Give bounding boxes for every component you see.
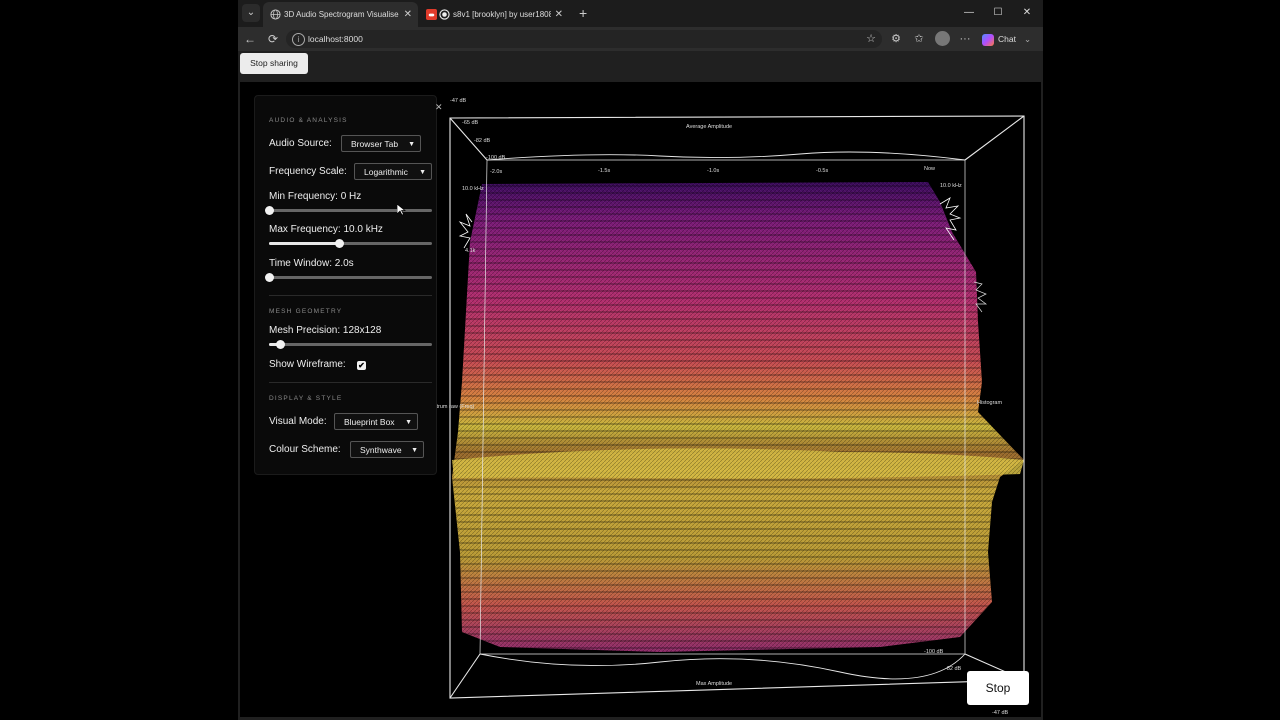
tab-label: s8v1 [brooklyn] by user18081 bbox=[453, 10, 551, 19]
audio-source-value: Browser Tab bbox=[351, 139, 399, 149]
slider-thumb[interactable] bbox=[335, 239, 345, 248]
mesh-precision-slider[interactable] bbox=[269, 340, 432, 349]
url-text: localhost:8000 bbox=[308, 34, 363, 44]
time-tick-label: Now bbox=[924, 166, 935, 172]
time-tick-label: -2.0s bbox=[490, 169, 502, 175]
slider-thumb[interactable] bbox=[265, 273, 274, 282]
db-100-label: -100 dB bbox=[486, 155, 506, 161]
divider bbox=[269, 295, 432, 296]
max-frequency-label: Max Frequency: 10.0 kHz bbox=[269, 224, 383, 235]
info-icon[interactable]: i bbox=[292, 33, 305, 46]
tab-spectrogram[interactable]: 3D Audio Spectrogram Visualiser ✕ bbox=[263, 2, 418, 27]
visual-mode-select[interactable]: Blueprint Box ▼ bbox=[334, 413, 418, 430]
soundcloud-icon bbox=[426, 9, 437, 20]
avatar[interactable] bbox=[935, 31, 950, 46]
back-icon[interactable]: ← bbox=[241, 30, 259, 48]
stop-sharing-button[interactable]: Stop sharing bbox=[240, 53, 308, 74]
visual-mode-label: Visual Mode: bbox=[269, 416, 327, 427]
min-frequency-slider[interactable] bbox=[265, 206, 432, 215]
wireframe-label: Show Wireframe: bbox=[269, 359, 346, 370]
min-frequency-label: Min Frequency: 0 Hz bbox=[269, 191, 362, 202]
tab-bar: ⌄ 3D Audio Spectrogram Visualiser ✕ s8v1… bbox=[238, 0, 1043, 27]
freq-tick-label: 10.0 kHz bbox=[462, 186, 484, 192]
frequency-scale-label: Frequency Scale: bbox=[269, 166, 347, 177]
slider-thumb[interactable] bbox=[265, 206, 274, 215]
minimize-icon[interactable]: — bbox=[959, 3, 979, 23]
favorites-icon[interactable]: ✩ bbox=[911, 31, 927, 47]
db-bottom-label: -47 dB bbox=[992, 710, 1009, 716]
more-icon[interactable]: ··· bbox=[957, 31, 973, 47]
slider-thumb[interactable] bbox=[276, 340, 286, 349]
chevron-down-icon: ▼ bbox=[419, 169, 426, 176]
tab-actions-menu[interactable]: ⌄ bbox=[242, 4, 260, 22]
share-bar: Stop sharing bbox=[238, 51, 1043, 80]
page-content: -47 dB -65 dB -82 dB -100 dB Average Amp… bbox=[240, 82, 1041, 717]
new-tab-icon[interactable]: + bbox=[579, 3, 587, 23]
db-82-label: -82 dB bbox=[474, 138, 491, 144]
mesh-precision-label: Mesh Precision: 128x128 bbox=[269, 325, 382, 336]
db-100-bottom-label: -100 dB bbox=[924, 649, 944, 655]
colour-scheme-value: Synthwave bbox=[360, 445, 402, 455]
time-window-label: Time Window: 2.0s bbox=[269, 258, 354, 269]
maximize-icon[interactable]: ☐ bbox=[988, 3, 1008, 23]
close-icon[interactable]: ✕ bbox=[555, 2, 563, 27]
time-tick-label: -0.5s bbox=[816, 168, 828, 174]
wireframe-checkbox[interactable]: ✔ bbox=[357, 361, 366, 370]
browser-window: ⌄ 3D Audio Spectrogram Visualiser ✕ s8v1… bbox=[238, 0, 1043, 720]
db-65-label: -65 dB bbox=[462, 120, 479, 126]
extensions-icon[interactable]: ⚙ bbox=[888, 31, 904, 47]
section-heading: DISPLAY & STYLE bbox=[269, 395, 343, 402]
chevron-down-icon: ▼ bbox=[408, 141, 415, 148]
divider bbox=[269, 382, 432, 383]
close-icon[interactable]: ✕ bbox=[435, 102, 443, 113]
tab-label: 3D Audio Spectrogram Visualiser bbox=[284, 10, 399, 19]
copilot-icon bbox=[982, 33, 994, 46]
chat-label: Chat bbox=[998, 34, 1016, 44]
max-frequency-slider[interactable] bbox=[269, 239, 432, 248]
chevron-down-icon[interactable]: ⌄ bbox=[1024, 34, 1031, 44]
reload-icon[interactable]: ⟳ bbox=[264, 30, 282, 48]
recording-icon bbox=[439, 9, 450, 20]
average-amplitude-label: Average Amplitude bbox=[686, 124, 732, 130]
stop-button[interactable]: Stop bbox=[967, 671, 1029, 705]
control-panel: ✕ AUDIO & ANALYSIS Audio Source: Browser… bbox=[254, 95, 443, 475]
time-tick-label: -1.0s bbox=[707, 168, 719, 174]
time-tick-label: -1.5s bbox=[598, 168, 610, 174]
visual-mode-value: Blueprint Box bbox=[344, 417, 395, 427]
max-amplitude-label: Max Amplitude bbox=[696, 681, 732, 687]
colour-scheme-label: Colour Scheme: bbox=[269, 444, 341, 455]
section-heading: MESH GEOMETRY bbox=[269, 308, 343, 315]
side-axis-label: Histogram bbox=[977, 400, 1002, 406]
globe-icon bbox=[270, 9, 281, 20]
db-top-label: -47 dB bbox=[450, 98, 467, 104]
close-window-icon[interactable]: ✕ bbox=[1017, 3, 1037, 23]
section-heading: AUDIO & ANALYSIS bbox=[269, 117, 348, 124]
star-icon[interactable]: ☆ bbox=[866, 30, 876, 48]
db-82-bottom-label: -82 dB bbox=[945, 666, 962, 672]
chevron-down-icon: ▼ bbox=[405, 419, 412, 426]
close-icon[interactable]: ✕ bbox=[404, 2, 412, 27]
freq-tick-label: 10.0 kHz bbox=[940, 183, 962, 189]
url-field[interactable]: i localhost:8000 ☆ bbox=[286, 30, 882, 48]
freq-tick-label: 4.1k bbox=[465, 248, 476, 254]
chevron-down-icon: ▼ bbox=[411, 447, 418, 454]
tab-soundcloud[interactable]: s8v1 [brooklyn] by user18081 ✕ bbox=[419, 2, 569, 27]
frequency-scale-value: Logarithmic bbox=[364, 167, 408, 177]
time-window-slider[interactable] bbox=[265, 273, 432, 282]
mouse-cursor-icon bbox=[397, 204, 406, 216]
address-bar: ← ⟳ i localhost:8000 ☆ ⚙ ✩ ··· Chat ⌄ bbox=[238, 27, 1043, 51]
frequency-scale-select[interactable]: Logarithmic ▼ bbox=[354, 163, 432, 180]
colour-scheme-select[interactable]: Synthwave ▼ bbox=[350, 441, 424, 458]
audio-source-select[interactable]: Browser Tab ▼ bbox=[341, 135, 421, 152]
audio-source-label: Audio Source: bbox=[269, 138, 332, 149]
copilot-chat-button[interactable]: Chat ⌄ bbox=[982, 30, 1031, 48]
